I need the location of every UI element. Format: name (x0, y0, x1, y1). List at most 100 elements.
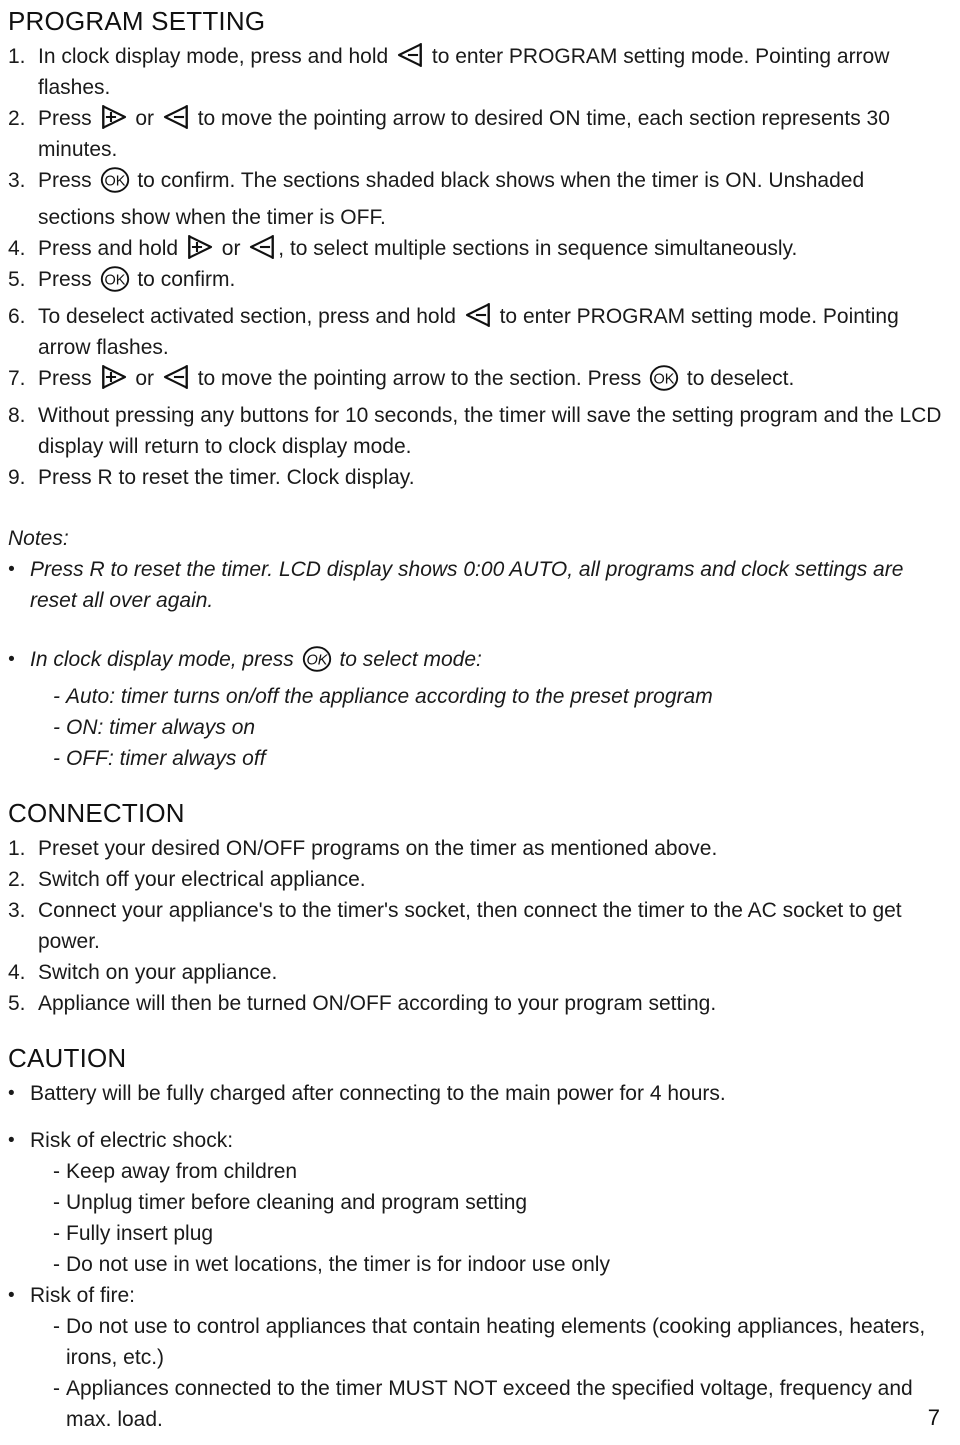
program-step-item: 6. To deselect activated section, press a… (8, 301, 942, 363)
connection-step-text: Switch on your appliance. (38, 961, 278, 984)
program-step-number: 5. (8, 268, 26, 291)
program-step-item: 1. In clock display mode, press and hold … (8, 41, 942, 103)
connection-step-number: 1. (8, 837, 26, 860)
dash-icon: - (53, 1160, 60, 1183)
plus-arrow-key-icon (186, 234, 214, 260)
program-step-text: Without pressing any buttons for 10 seco… (38, 400, 942, 462)
plus-arrow-key-icon (100, 104, 128, 130)
note-sub-item: - Auto: timer turns on/off the appliance … (8, 681, 942, 712)
text-run: To deselect activated section, press and… (38, 305, 462, 328)
ok-key-icon: OK (100, 266, 130, 301)
caution-sub-item: - Do not use in wet locations, the timer … (8, 1249, 942, 1280)
notes-label: Notes: (8, 527, 69, 550)
note-sub-list: - Auto: timer turns on/off the appliance … (8, 681, 942, 774)
text-run: Press (38, 169, 98, 192)
note-sub-item: - OFF: timer always off (8, 743, 942, 774)
connection-step-number: 2. (8, 868, 26, 891)
dash-icon: - (53, 1191, 60, 1214)
connection-step-item: 4. Switch on your appliance. (8, 957, 942, 988)
connection-step-number: 5. (8, 992, 26, 1015)
program-step-number: 1. (8, 45, 26, 68)
program-step-text: Press OK to confirm. (38, 264, 942, 301)
dash-icon: - (53, 1222, 60, 1245)
text-run: or (129, 367, 160, 390)
text-run: or (129, 107, 160, 130)
ok-key-icon: OK (302, 646, 332, 681)
note-item: • In clock display mode, press OK to sele… (8, 644, 942, 681)
caution-text: Risk of electric shock: (30, 1129, 234, 1152)
bullet-icon: • (8, 1083, 15, 1104)
caution-sub-text: Keep away from children (66, 1160, 298, 1183)
text-run: to confirm. The sections shaded black sh… (38, 169, 865, 229)
program-step-item: 3. Press OK to confirm. The sections shad… (8, 165, 942, 233)
caution-sub-list: - Do not use to control appliances that c… (8, 1311, 942, 1435)
program-setting-steps: 1. In clock display mode, press and hold … (8, 41, 942, 493)
program-step-text: Press R to reset the timer. Clock displa… (38, 462, 942, 493)
minus-arrow-key-icon (162, 104, 190, 130)
note-sub-text: OFF: timer always off (66, 747, 266, 770)
text-run: In clock display mode, press and hold (38, 45, 395, 68)
program-step-item: 5. Press OK to confirm. (8, 264, 942, 301)
note-sub-text: Auto: timer turns on/off the appliance a… (66, 685, 713, 708)
dash-icon: - (53, 747, 60, 770)
connection-step-number: 3. (8, 899, 26, 922)
note-text: In clock display mode, press OK to selec… (30, 644, 942, 681)
text-run: to move the pointing arrow to the sectio… (191, 367, 648, 390)
bullet-icon: • (8, 1130, 15, 1151)
caution-sub-item: - Unplug timer before cleaning and progra… (8, 1187, 942, 1218)
text-run: Press R to reset the timer. Clock displa… (38, 466, 415, 489)
program-step-number: 9. (8, 466, 26, 489)
program-step-item: 8. Without pressing any buttons for 10 se… (8, 400, 942, 462)
program-step-number: 8. (8, 404, 26, 427)
text-run: to confirm. (131, 268, 236, 291)
text-run: Without pressing any buttons for 10 seco… (38, 404, 942, 458)
program-step-text: Press or to move the pointing arrow to t… (38, 363, 942, 400)
caution-sub-text: Appliances connected to the timer MUST N… (66, 1377, 913, 1431)
text-run: to select mode: (333, 648, 482, 671)
text-run: to deselect. (681, 367, 795, 390)
connection-steps: 1. Preset your desired ON/OFF programs on… (8, 833, 942, 1019)
plus-arrow-key-icon (100, 364, 128, 390)
text-run: In clock display mode, press (30, 648, 300, 671)
caution-sub-text: Do not use in wet locations, the timer i… (66, 1253, 610, 1276)
caution-sub-item: - Do not use to control appliances that c… (8, 1311, 942, 1373)
caution-sub-item: - Fully insert plug (8, 1218, 942, 1249)
caution-sub-text: Do not use to control appliances that co… (66, 1315, 926, 1369)
note-sub-item: - ON: timer always on (8, 712, 942, 743)
connection-step-item: 1. Preset your desired ON/OFF programs on… (8, 833, 942, 864)
page-number: 7 (927, 1405, 940, 1430)
program-step-text: In clock display mode, press and hold to… (38, 41, 942, 103)
svg-text:OK: OK (104, 272, 125, 288)
text-run: Press R to reset the timer. LCD display … (30, 558, 904, 612)
caution-item: • Risk of fire: (8, 1280, 942, 1311)
svg-text:OK: OK (104, 173, 125, 189)
caution-list: • Battery will be fully charged after con… (8, 1078, 942, 1435)
notes-list: • Press R to reset the timer. LCD display… (8, 554, 942, 774)
caution-sub-text: Fully insert plug (66, 1222, 214, 1245)
caution-sub-item: - Keep away from children (8, 1156, 942, 1187)
program-step-text: Press or to move the pointing arrow to d… (38, 103, 942, 165)
minus-arrow-key-icon (162, 364, 190, 390)
connection-heading: CONNECTION (8, 798, 185, 828)
ok-key-icon: OK (649, 365, 679, 400)
page-title: PROGRAM SETTING (8, 6, 266, 36)
program-step-item: 4. Press and hold or , to select multiple… (8, 233, 942, 264)
connection-step-item: 5. Appliance will then be turned ON/OFF a… (8, 988, 942, 1019)
connection-step-text: Appliance will then be turned ON/OFF acc… (38, 992, 717, 1015)
connection-step-text: Connect your appliance's to the timer's … (38, 899, 902, 953)
program-step-number: 4. (8, 237, 26, 260)
caution-sub-item: - Appliances connected to the timer MUST … (8, 1373, 942, 1435)
caution-sub-list: - Keep away from children - Unplug timer be… (8, 1156, 942, 1280)
caution-sub-text: Unplug timer before cleaning and program… (66, 1191, 528, 1214)
program-step-number: 6. (8, 305, 26, 328)
caution-text: Risk of fire: (30, 1284, 136, 1307)
connection-step-item: 3. Connect your appliance's to the timer'… (8, 895, 942, 957)
note-item: • Press R to reset the timer. LCD display… (8, 554, 942, 616)
dash-icon: - (53, 716, 60, 739)
program-step-text: Press OK to confirm. The sections shaded… (38, 165, 942, 233)
dash-icon: - (53, 1377, 60, 1400)
text-run: Press (38, 367, 98, 390)
bullet-icon: • (8, 559, 15, 580)
bullet-icon: • (8, 649, 15, 670)
